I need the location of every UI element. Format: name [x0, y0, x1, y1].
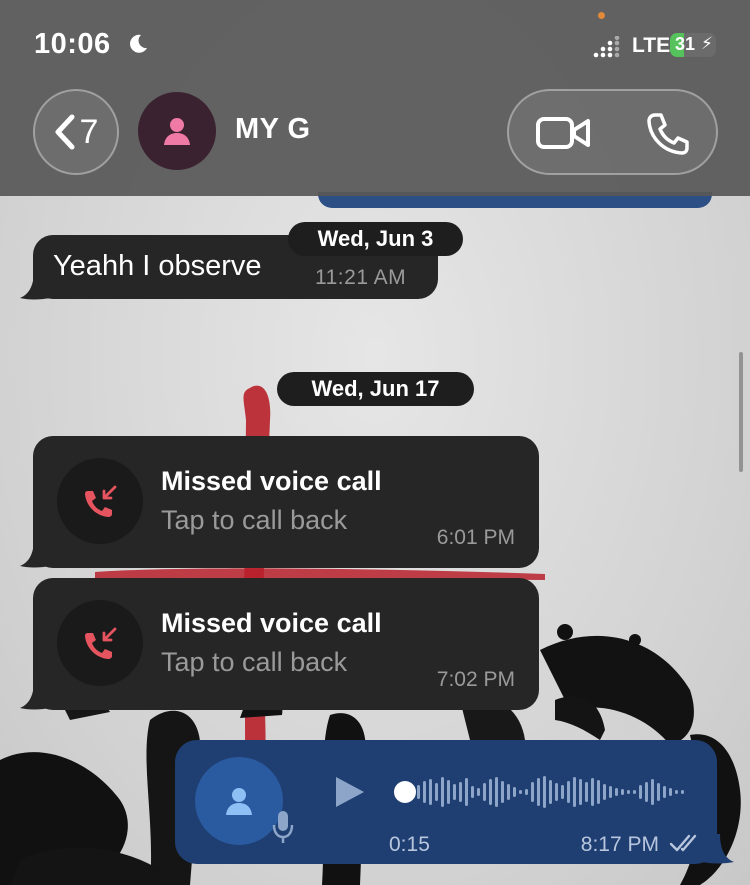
waveform-bar — [681, 790, 684, 794]
microphone-icon — [272, 811, 294, 843]
waveform-bar — [477, 788, 480, 796]
chat-header: 10:06 LTE 31 ⚡ 7 MY G — [0, 0, 750, 196]
waveform-bar — [669, 788, 672, 796]
waveform-bar — [579, 779, 582, 805]
waveform-bar — [639, 785, 642, 799]
voice-sender-avatar — [195, 757, 283, 845]
date-separator: Wed, Jun 17 — [277, 372, 474, 406]
waveform-bar — [441, 777, 444, 807]
missed-call-icon — [85, 485, 117, 517]
waveform-bar — [495, 777, 498, 807]
waveform-bar — [597, 780, 600, 804]
call-actions — [507, 89, 718, 175]
battery-percentage: 31 — [675, 34, 696, 54]
waveform-bar — [573, 777, 576, 807]
phone-icon[interactable] — [645, 111, 689, 155]
waveform-bar — [603, 784, 606, 800]
waveform-bar — [615, 788, 618, 796]
privacy-indicator — [598, 12, 605, 19]
waveform-bar — [489, 779, 492, 805]
waveform-bar — [513, 787, 516, 797]
waveform-bar — [621, 789, 624, 795]
missed-call-bubble[interactable]: Missed voice call Tap to call back 7:02 … — [33, 578, 539, 710]
waveform-bar — [609, 786, 612, 798]
person-icon — [164, 118, 190, 145]
read-checkmarks-icon — [669, 834, 697, 852]
waveform-bar — [555, 783, 558, 801]
waveform-bar — [435, 783, 438, 801]
back-chevron-icon — [55, 114, 75, 150]
playhead-knob[interactable] — [394, 781, 416, 803]
message-text: Yeahh I observe — [53, 250, 262, 282]
message-time: 11:21 AM — [315, 266, 407, 289]
message-time: 7:02 PM — [436, 668, 515, 691]
waveform-bar — [537, 778, 540, 806]
message-time: 6:01 PM — [436, 526, 515, 549]
contact-avatar[interactable] — [138, 92, 216, 170]
waveform-bar — [459, 782, 462, 802]
waveform-bar — [627, 790, 630, 794]
waveform-bar — [651, 779, 654, 805]
waveform-bar — [657, 783, 660, 801]
back-button[interactable]: 7 — [33, 89, 119, 175]
waveform-bar — [585, 782, 588, 802]
voice-message-bubble[interactable]: 0:15 8:17 PM — [175, 740, 717, 864]
play-icon[interactable] — [333, 775, 367, 809]
waveform-bar — [663, 786, 666, 798]
missed-call-icon-circle[interactable] — [57, 458, 143, 544]
waveform-bar — [417, 785, 420, 799]
voice-duration: 0:15 — [389, 833, 430, 856]
waveform-bar — [543, 776, 546, 808]
date-separator: Wed, Jun 3 — [288, 222, 463, 256]
charging-icon: ⚡ — [701, 34, 713, 53]
call-title: Missed voice call — [161, 608, 382, 638]
waveform-bar — [645, 782, 648, 802]
waveform-bar — [675, 790, 678, 794]
call-title: Missed voice call — [161, 466, 382, 496]
waveform-bar — [567, 781, 570, 803]
waveform-bar — [453, 784, 456, 800]
waveform-bar — [423, 781, 426, 803]
video-call-icon[interactable] — [535, 113, 591, 153]
waveform-bar — [507, 784, 510, 800]
missed-call-icon — [85, 627, 117, 659]
waveform-bar — [561, 785, 564, 799]
signal-icon — [593, 36, 620, 58]
waveform-bar — [591, 778, 594, 806]
battery-indicator: 31 ⚡ — [670, 33, 716, 57]
waveform-bar — [483, 783, 486, 801]
call-subtitle: Tap to call back — [161, 505, 348, 535]
waveform-bar — [501, 781, 504, 803]
waveform-bar — [549, 780, 552, 804]
person-icon — [226, 788, 252, 815]
waveform-bar — [519, 790, 522, 794]
missed-call-icon-circle[interactable] — [57, 600, 143, 686]
contact-name[interactable]: MY G — [235, 113, 311, 146]
voice-waveform[interactable] — [393, 770, 693, 814]
waveform-bar — [429, 779, 432, 805]
message-time: 8:17 PM — [580, 833, 659, 856]
missed-call-bubble[interactable]: Missed voice call Tap to call back 6:01 … — [33, 436, 539, 568]
waveform-bar — [447, 780, 450, 804]
waveform-bar — [525, 789, 528, 795]
network-type: LTE — [632, 34, 671, 57]
scrollbar[interactable] — [739, 352, 743, 472]
waveform-bar — [633, 790, 636, 794]
waveform-bar — [531, 782, 534, 802]
waveform-bar — [471, 786, 474, 798]
call-subtitle: Tap to call back — [161, 647, 348, 677]
unread-chats-count: 7 — [79, 112, 99, 151]
status-time: 10:06 — [34, 28, 111, 60]
moon-icon — [130, 34, 147, 53]
waveform-bar — [465, 778, 468, 806]
